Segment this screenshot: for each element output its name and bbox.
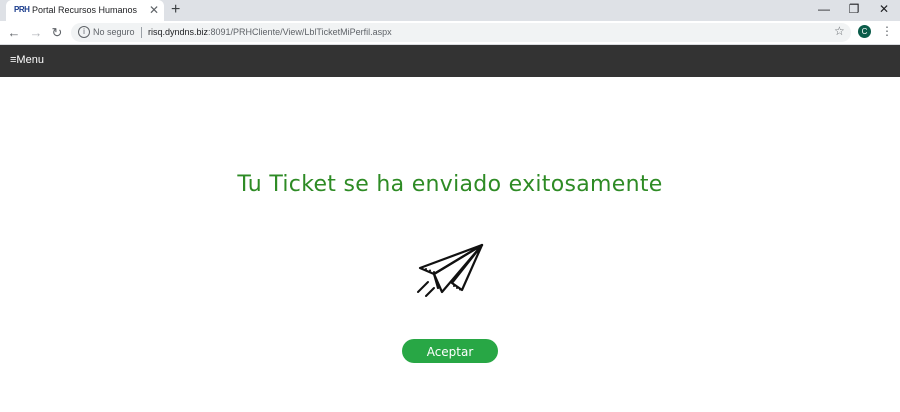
browser-tab-strip: PRH Portal Recursos Humanos ✕ + — ❐ ✕ [0, 0, 900, 21]
omnibox-separator [141, 27, 142, 38]
app-header: ≡Menu [0, 45, 900, 77]
back-icon[interactable]: ← [7, 25, 21, 40]
url-host: risq.dyndns.biz [148, 27, 209, 37]
forward-icon[interactable]: → [29, 25, 43, 40]
window-close-icon[interactable]: ✕ [874, 2, 894, 16]
favicon-icon: PRH [14, 5, 30, 14]
new-tab-icon[interactable]: + [171, 1, 180, 19]
minimize-icon[interactable]: — [814, 2, 834, 16]
success-message: Tu Ticket se ha enviado exitosamente [237, 172, 663, 197]
paper-plane-icon [417, 243, 484, 297]
reload-icon[interactable]: ↻ [50, 25, 64, 41]
tab-close-icon[interactable]: ✕ [149, 3, 159, 17]
url-text[interactable]: risq.dyndns.biz:8091/PRHCliente/View/Lbl… [148, 27, 392, 37]
browser-toolbar: ← → ↻ i No seguro risq.dyndns.biz:8091/P… [0, 21, 900, 45]
security-label: No seguro [93, 27, 135, 37]
accept-button[interactable]: Aceptar [402, 339, 498, 363]
tab-title: Portal Recursos Humanos [32, 5, 138, 15]
restore-icon[interactable]: ❐ [844, 2, 864, 16]
browser-menu-icon[interactable]: ⋮ [881, 24, 893, 38]
url-path: :8091/PRHCliente/View/LblTicketMiPerfil.… [208, 27, 392, 37]
profile-avatar[interactable]: C [858, 25, 871, 38]
menu-button[interactable]: ≡Menu [10, 54, 44, 66]
bookmark-star-icon[interactable]: ☆ [834, 24, 845, 38]
info-icon[interactable]: i [78, 26, 90, 38]
browser-tab[interactable]: PRH Portal Recursos Humanos ✕ [6, 0, 164, 21]
address-bar[interactable]: i No seguro risq.dyndns.biz:8091/PRHClie… [71, 23, 851, 42]
